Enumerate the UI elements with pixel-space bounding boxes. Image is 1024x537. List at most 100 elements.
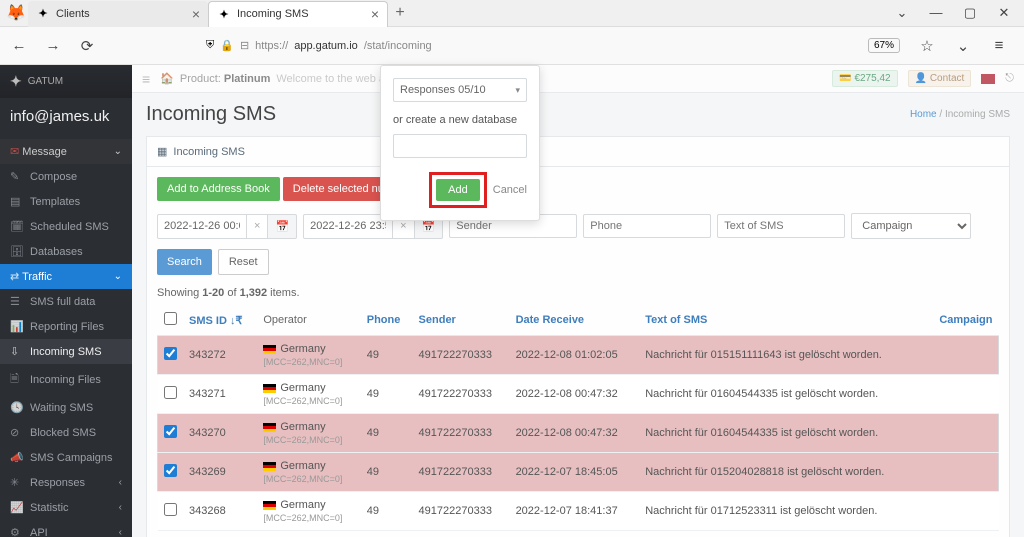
label: Statistic <box>30 502 69 514</box>
sidebar-item-smsfull[interactable]: ☰SMS full data <box>0 289 132 314</box>
calendar-icon[interactable]: 📅 <box>268 214 297 239</box>
label: Compose <box>30 171 77 183</box>
url-bar[interactable]: ⛨ 🔒 ⊟ https://app.gatum.io/stat/incoming <box>198 32 860 60</box>
tab-title: Clients <box>56 8 186 20</box>
sidebar-item-scheduled[interactable]: 🗓Scheduled SMS <box>0 214 132 239</box>
new-database-input[interactable] <box>393 134 527 158</box>
logout-icon[interactable]: ⎋ <box>1005 72 1014 85</box>
minimize-icon[interactable]: — <box>926 5 946 21</box>
cell-text: Nachricht für 01604544335 ist gelöscht w… <box>639 414 924 453</box>
text-filter[interactable] <box>717 214 845 238</box>
col-campaign[interactable]: Campaign <box>924 305 998 336</box>
chevron-left-icon: ‹ <box>119 527 122 537</box>
cell-date: 2022-12-08 01:02:05 <box>510 336 640 375</box>
cell-campaign <box>924 375 998 414</box>
sidebar-item-api[interactable]: ⚙API‹ <box>0 520 132 537</box>
sidebar-item-message[interactable]: ✉ Message⌄ <box>0 139 132 164</box>
sidebar-item-blocked[interactable]: ⊘Blocked SMS <box>0 420 132 445</box>
col-text[interactable]: Text of SMS <box>639 305 924 336</box>
shield-icon: ⛨ <box>206 39 214 52</box>
col-date[interactable]: Date Receive <box>510 305 640 336</box>
row-checkbox[interactable] <box>164 425 177 438</box>
bookmark-icon[interactable]: ☆ <box>914 33 940 59</box>
sidebar-item-databases[interactable]: 🗄Databases <box>0 239 132 264</box>
new-tab-button[interactable]: + <box>388 4 412 22</box>
row-checkbox[interactable] <box>164 347 177 360</box>
tab-incoming-sms[interactable]: ✦ Incoming SMS × <box>208 1 388 27</box>
home-icon[interactable]: 🏠 <box>160 72 174 85</box>
cell-operator: Germany[MCC=262,MNC=0] <box>257 375 360 414</box>
forward-icon[interactable]: → <box>40 33 66 59</box>
cell-text: Nachricht für 01604544335 ist gelöscht w… <box>639 375 924 414</box>
sidebar-item-compose[interactable]: ✎Compose <box>0 164 132 189</box>
cell-text: Nachricht für 015204028818 ist gelöscht … <box>639 453 924 492</box>
select-all-checkbox[interactable] <box>164 312 177 325</box>
cancel-button[interactable]: Cancel <box>493 184 527 196</box>
file-icon: 🗎 <box>10 370 24 389</box>
menu-icon[interactable]: ≡ <box>986 33 1012 59</box>
balance-badge[interactable]: 💳 €275,42 <box>832 70 897 87</box>
sidebar-item-statistic[interactable]: 📈Statistic‹ <box>0 495 132 520</box>
sidebar-item-waiting[interactable]: 🕓Waiting SMS <box>0 395 132 420</box>
cell-operator: Germany[MCC=262,MNC=0] <box>257 492 360 531</box>
date-from-input[interactable] <box>157 214 247 239</box>
sidebar-item-templates[interactable]: ▤Templates <box>0 189 132 214</box>
col-sender[interactable]: Sender <box>413 305 510 336</box>
clear-date-from[interactable]: × <box>247 214 268 239</box>
contact-button[interactable]: 👤 Contact <box>908 70 972 87</box>
close-icon[interactable]: × <box>371 6 379 22</box>
sidebar-item-responses[interactable]: ✳Responses‹ <box>0 470 132 495</box>
crumb-home[interactable]: Home <box>910 109 937 120</box>
flag-icon[interactable] <box>981 74 995 84</box>
inbox-icon: ⇩ <box>10 345 24 358</box>
megaphone-icon: 📣 <box>10 451 24 464</box>
col-operator[interactable]: Operator <box>257 305 360 336</box>
row-checkbox[interactable] <box>164 386 177 399</box>
search-button[interactable]: Search <box>157 249 212 275</box>
sidebar-item-incoming-sms[interactable]: ⇩Incoming SMS <box>0 339 132 364</box>
col-sms-id[interactable]: SMS ID ↓₹ <box>183 305 257 336</box>
brand-label: GATUM <box>28 76 63 87</box>
flag-de-icon <box>263 501 276 510</box>
cell-sender: 491722270333 <box>413 492 510 531</box>
phone-filter[interactable] <box>583 214 711 238</box>
reload-icon[interactable]: ⟳ <box>74 33 100 59</box>
database-icon: 🗄 <box>10 245 24 258</box>
cell-phone: 49 <box>361 336 413 375</box>
sort-icon: ↓₹ <box>230 315 243 327</box>
topbar: ≡ 🏠 Product: Platinum Welcome to the web… <box>132 65 1024 93</box>
col-phone[interactable]: Phone <box>361 305 413 336</box>
showing-text: Showing 1-20 of 1,392 items. <box>157 287 999 299</box>
pocket-icon[interactable]: ⌄ <box>950 33 976 59</box>
close-icon[interactable]: × <box>192 6 200 22</box>
flag-de-icon <box>263 462 276 471</box>
reset-button[interactable]: Reset <box>218 249 269 275</box>
sidebar-item-traffic[interactable]: ⇄ Traffic⌄ <box>0 264 132 289</box>
tab-clients[interactable]: ✦ Clients × <box>28 1 208 27</box>
menu-toggle-icon[interactable]: ≡ <box>142 71 150 87</box>
cell-id: 343271 <box>183 375 257 414</box>
template-icon: ▤ <box>10 195 24 208</box>
row-checkbox[interactable] <box>164 503 177 516</box>
add-to-address-book-button[interactable]: Add to Address Book <box>157 177 280 201</box>
chevron-down-icon[interactable]: ⌄ <box>892 5 912 21</box>
row-checkbox[interactable] <box>164 464 177 477</box>
tab-favicon: ✦ <box>217 7 231 21</box>
database-select[interactable]: Responses 05/10 ▾ <box>393 78 527 102</box>
add-button[interactable]: Add <box>436 179 480 201</box>
campaign-filter[interactable]: Campaign <box>851 213 971 239</box>
cell-campaign <box>924 453 998 492</box>
label: API <box>30 527 48 537</box>
maximize-icon[interactable]: ▢ <box>960 5 980 21</box>
cell-id: 343269 <box>183 453 257 492</box>
tab-favicon: ✦ <box>36 7 50 21</box>
cell-id: 343270 <box>183 414 257 453</box>
zoom-badge[interactable]: 67% <box>868 38 900 53</box>
label: Scheduled SMS <box>30 221 109 233</box>
sidebar-item-reporting[interactable]: 📊Reporting Files <box>0 314 132 339</box>
back-icon[interactable]: ← <box>6 33 32 59</box>
close-window-icon[interactable]: ✕ <box>994 5 1014 21</box>
sidebar-item-campaigns[interactable]: 📣SMS Campaigns <box>0 445 132 470</box>
sidebar-item-incoming-files[interactable]: 🗎Incoming Files <box>0 364 132 395</box>
chevron-left-icon: ‹ <box>119 477 122 488</box>
